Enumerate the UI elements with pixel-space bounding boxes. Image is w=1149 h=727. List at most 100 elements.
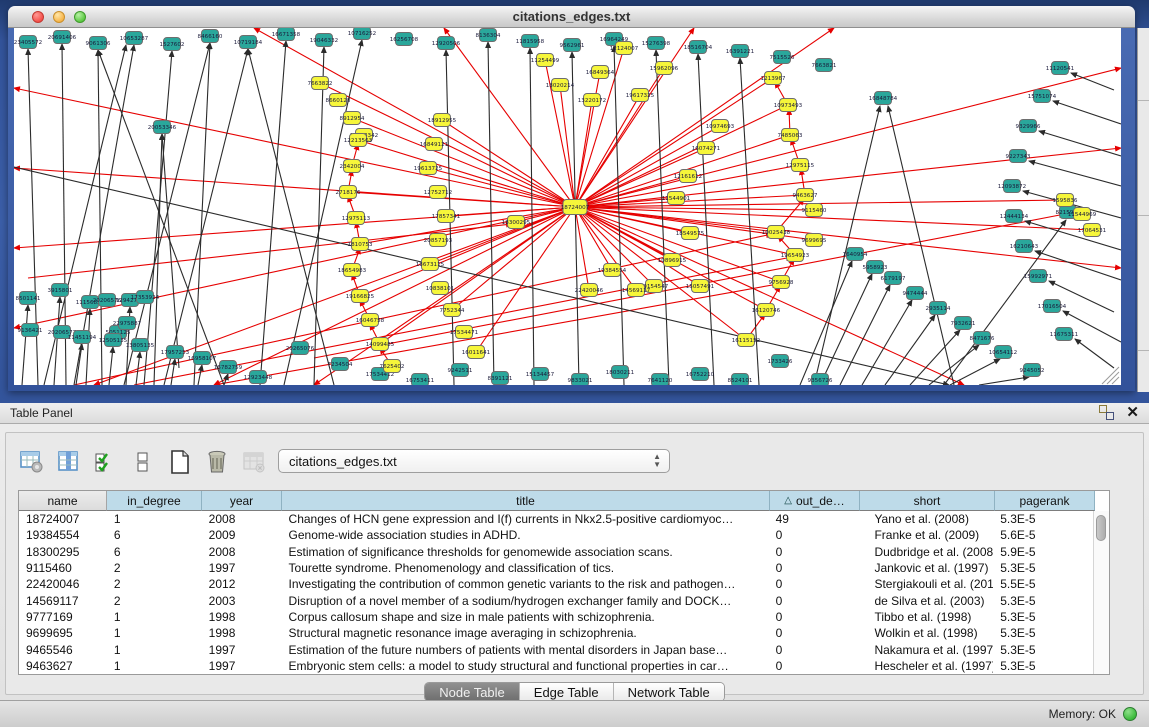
- graph-node[interactable]: 16752210: [686, 368, 715, 381]
- graph-node[interactable]: 19384554: [598, 264, 627, 277]
- network-window-titlebar[interactable]: citations_edges.txt: [8, 6, 1135, 28]
- graph-node[interactable]: 16849364: [586, 66, 615, 79]
- graph-node[interactable]: 9242511: [448, 364, 473, 377]
- graph-node[interactable]: 16120746: [752, 304, 781, 317]
- graph-node[interactable]: 17016504: [1038, 300, 1067, 313]
- graph-node[interactable]: 18516704: [684, 41, 713, 54]
- graph-node[interactable]: 7663821: [812, 59, 837, 72]
- graph-node[interactable]: 8524101: [728, 374, 753, 386]
- table-scrollbar[interactable]: [1093, 511, 1109, 674]
- graph-node[interactable]: 10716252: [348, 28, 376, 40]
- graph-node[interactable]: 20053346: [148, 121, 177, 134]
- graph-node[interactable]: 18020214: [546, 79, 575, 92]
- graph-node[interactable]: 17957253: [161, 346, 190, 359]
- graph-node[interactable]: 10719184: [234, 36, 263, 49]
- memory-status-indicator[interactable]: [1123, 707, 1137, 721]
- graph-node[interactable]: 7663822: [308, 77, 333, 90]
- graph-node[interactable]: 16671358: [272, 28, 301, 41]
- graph-node[interactable]: 20265076: [286, 342, 315, 355]
- graph-node[interactable]: 7752344: [440, 304, 465, 317]
- graph-node[interactable]: 8912954: [340, 112, 365, 125]
- graph-node[interactable]: 9463627: [793, 189, 818, 202]
- graph-node[interactable]: 9833021: [568, 374, 593, 386]
- graph-node[interactable]: 18724007: [561, 200, 590, 215]
- table-row[interactable]: 1830029562008Estimation of significance …: [19, 544, 1093, 560]
- graph-node[interactable]: 23405572: [14, 36, 42, 49]
- graph-node[interactable]: 16391221: [726, 45, 755, 58]
- graph-node[interactable]: 8391121: [488, 372, 513, 385]
- graph-node[interactable]: 2718176: [336, 186, 361, 199]
- graph-node[interactable]: 8501141: [16, 292, 41, 305]
- graph-node[interactable]: 16256708: [390, 33, 419, 46]
- graph-node[interactable]: 6179197: [881, 272, 906, 285]
- graph-node[interactable]: 12923448: [244, 371, 273, 384]
- graph-node[interactable]: 9699695: [802, 234, 827, 247]
- graph-node[interactable]: 15276398: [642, 37, 671, 50]
- graph-node[interactable]: 10974693: [706, 120, 735, 133]
- graph-node[interactable]: 10654112: [989, 346, 1017, 359]
- graph-node[interactable]: 9474444: [903, 287, 928, 300]
- table-selector-dropdown[interactable]: citations_edges.txt ▲▼: [278, 449, 670, 473]
- graph-node[interactable]: 13220172: [578, 94, 606, 107]
- checklist-button[interactable]: [92, 448, 120, 476]
- graph-node[interactable]: 19046332: [310, 34, 338, 47]
- graph-node[interactable]: 19613725: [414, 162, 443, 175]
- graph-node[interactable]: 7234504: [328, 358, 353, 371]
- graph-node[interactable]: 16782759: [214, 361, 243, 374]
- table-row[interactable]: 911546021997Tourette syndrome. Phenomeno…: [19, 560, 1093, 576]
- graph-node[interactable]: 9227343: [1006, 150, 1031, 163]
- close-window-button[interactable]: [32, 11, 44, 23]
- table-row[interactable]: 1938455462009Genome-wide association stu…: [19, 527, 1093, 543]
- close-panel-icon[interactable]: ✕: [1126, 405, 1139, 420]
- graph-node[interactable]: 3915801: [48, 284, 73, 297]
- table-settings-button[interactable]: [18, 448, 46, 476]
- graph-node[interactable]: 16046758: [356, 314, 385, 327]
- graph-node[interactable]: 5958923: [863, 261, 888, 274]
- column-header-in_degree[interactable]: in_degree: [107, 491, 202, 511]
- delete-table-disabled-button[interactable]: [240, 448, 268, 476]
- graph-node[interactable]: 2935114: [926, 302, 951, 315]
- column-header-name[interactable]: name: [19, 491, 107, 511]
- column-header-year[interactable]: year: [202, 491, 282, 511]
- graph-node[interactable]: 9136421: [18, 324, 43, 337]
- graph-node[interactable]: 17064531: [1078, 224, 1107, 237]
- graph-node[interactable]: 12444134: [1000, 210, 1029, 223]
- table-row[interactable]: 946362711997Embryonic stem cells: a mode…: [19, 658, 1093, 674]
- graph-node[interactable]: 11675311: [1050, 328, 1079, 341]
- table-row[interactable]: 977716911998Corpus callosum shape and si…: [19, 609, 1093, 625]
- tab-edge-table[interactable]: Edge Table: [520, 683, 614, 701]
- delete-trash-button[interactable]: [203, 448, 231, 476]
- column-header-pagerank[interactable]: pagerank: [995, 491, 1095, 511]
- graph-node[interactable]: 10653287: [120, 32, 149, 45]
- minimize-window-button[interactable]: [53, 11, 65, 23]
- graph-node[interactable]: 9562961: [560, 39, 585, 52]
- graph-node[interactable]: 20857193: [424, 234, 453, 247]
- graph-node[interactable]: 18549575: [676, 227, 705, 240]
- graph-node[interactable]: 11815958: [516, 35, 545, 48]
- table-row[interactable]: 2242004622012Investigating the contribut…: [19, 576, 1093, 592]
- graph-node[interactable]: 17857341: [432, 210, 461, 223]
- graph-node[interactable]: 12975115: [786, 159, 815, 172]
- graph-node[interactable]: 12920506: [432, 37, 461, 50]
- graph-node[interactable]: 16210643: [1010, 240, 1039, 253]
- table-row[interactable]: 969969511998Structural magnetic resonanc…: [19, 625, 1093, 641]
- graph-node[interactable]: 19654923: [781, 249, 810, 262]
- graph-node[interactable]: 13805135: [126, 339, 155, 352]
- table-column-button[interactable]: [55, 448, 83, 476]
- graph-node[interactable]: 8136304: [476, 29, 501, 42]
- table-scrollbar-thumb[interactable]: [1096, 515, 1106, 541]
- new-document-button[interactable]: [166, 448, 194, 476]
- column-header-out_de[interactable]: △out_de…: [770, 491, 860, 511]
- graph-node[interactable]: 9245052: [1020, 364, 1045, 377]
- graph-node[interactable]: 7485063: [778, 129, 803, 142]
- graph-node[interactable]: 15962096: [650, 62, 679, 75]
- canvas-resize-handle[interactable]: [1102, 367, 1119, 384]
- table-row[interactable]: 946554611997Estimation of the future num…: [19, 641, 1093, 657]
- column-header-title[interactable]: title: [282, 491, 770, 511]
- graph-node[interactable]: 15751074: [1028, 90, 1057, 103]
- graph-node[interactable]: 12093872: [998, 180, 1026, 193]
- graph-node[interactable]: 9329966: [1016, 120, 1041, 133]
- graph-node[interactable]: 9756928: [769, 276, 794, 289]
- column-header-short[interactable]: short: [860, 491, 995, 511]
- network-canvas[interactable]: 2340557220691406906130610653287152760284…: [14, 28, 1121, 385]
